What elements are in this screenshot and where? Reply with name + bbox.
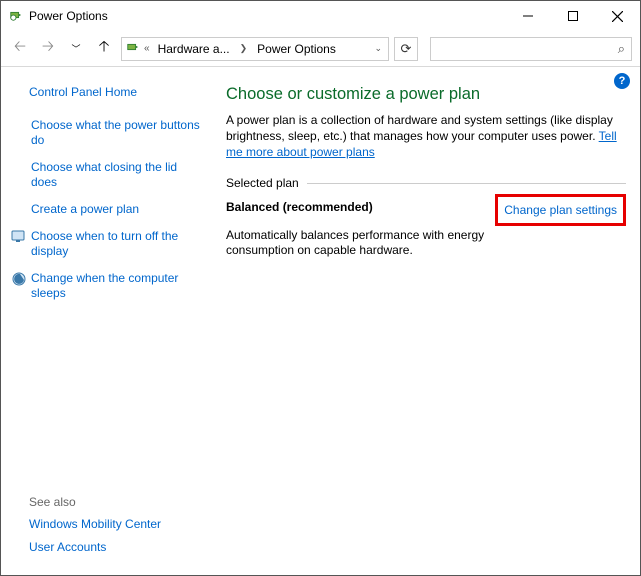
breadcrumb-power-options[interactable]: Power Options — [253, 42, 340, 56]
sidebar-link-user-accounts[interactable]: User Accounts — [29, 540, 204, 555]
chevron-right-icon[interactable]: ❯ — [238, 43, 250, 54]
change-plan-settings-link[interactable]: Change plan settings — [504, 203, 617, 217]
navigation-bar: 🡠 🡢 ﹀ 🡡 « Hardware a... ❯ Power Options … — [1, 31, 640, 67]
minimize-button[interactable] — [505, 1, 550, 31]
plan-description: Automatically balances performance with … — [226, 228, 546, 258]
maximize-button[interactable] — [550, 1, 595, 31]
sidebar-link-create-plan[interactable]: Create a power plan — [31, 202, 204, 217]
search-box[interactable]: ⌕ — [430, 37, 632, 61]
section-label: Selected plan — [226, 176, 299, 190]
search-icon: ⌕ — [618, 41, 625, 57]
up-button[interactable]: 🡡 — [93, 38, 115, 60]
see-also-label: See also — [29, 495, 204, 509]
description-text: A power plan is a collection of hardware… — [226, 113, 613, 143]
forward-button[interactable]: 🡢 — [37, 38, 59, 60]
breadcrumb-hardware[interactable]: Hardware a... — [154, 42, 234, 56]
sidebar: Control Panel Home Choose what the power… — [1, 67, 216, 575]
sidebar-link-turn-off-display[interactable]: Choose when to turn off the display — [31, 229, 204, 259]
address-dropdown[interactable]: ⌄ — [372, 43, 384, 54]
breadcrumb-overflow[interactable]: « — [144, 43, 150, 54]
window-title: Power Options — [29, 9, 505, 23]
titlebar: Power Options — [1, 1, 640, 31]
sleep-icon — [11, 271, 27, 287]
sidebar-link-power-buttons[interactable]: Choose what the power buttons do — [31, 118, 204, 148]
page-description: A power plan is a collection of hardware… — [226, 112, 626, 160]
plan-name: Balanced (recommended) — [226, 200, 495, 214]
sidebar-link-closing-lid[interactable]: Choose what closing the lid does — [31, 160, 204, 190]
selected-plan-section: Selected plan — [226, 176, 626, 190]
divider — [307, 183, 626, 184]
control-panel-home-link[interactable]: Control Panel Home — [29, 85, 204, 100]
recent-locations-button[interactable]: ﹀ — [65, 38, 87, 60]
highlight-box: Change plan settings — [495, 194, 626, 226]
power-options-icon — [126, 40, 140, 57]
page-heading: Choose or customize a power plan — [226, 85, 626, 104]
address-bar[interactable]: « Hardware a... ❯ Power Options ⌄ — [121, 37, 389, 61]
display-off-icon — [11, 229, 27, 245]
refresh-button[interactable]: ⟳ — [394, 37, 418, 61]
sidebar-link-computer-sleeps[interactable]: Change when the computer sleeps — [31, 271, 204, 301]
sidebar-link-mobility-center[interactable]: Windows Mobility Center — [29, 517, 204, 532]
close-button[interactable] — [595, 1, 640, 31]
power-options-icon — [9, 8, 23, 25]
window-controls — [505, 1, 640, 31]
main-content: Choose or customize a power plan A power… — [216, 67, 640, 575]
back-button[interactable]: 🡠 — [9, 38, 31, 60]
